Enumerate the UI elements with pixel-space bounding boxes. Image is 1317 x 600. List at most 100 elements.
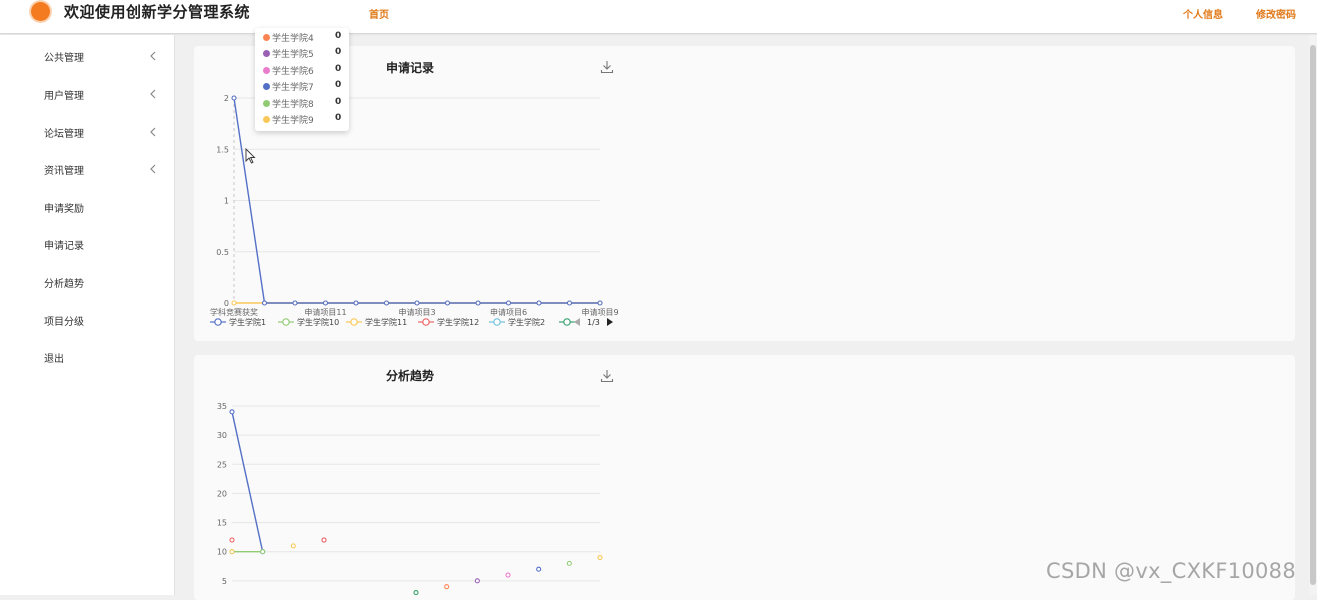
data-point xyxy=(413,589,419,595)
x-tick-label: 申请项目6 xyxy=(490,307,527,317)
legend-marker xyxy=(493,318,501,326)
sidebar-item-logout[interactable]: 退出 xyxy=(0,339,175,377)
sidebar-item-label: 申请奖励 xyxy=(44,204,84,215)
y-tick-label: 30 xyxy=(217,431,227,440)
nav-change-password-link[interactable]: 修改密码 xyxy=(1256,6,1296,21)
data-point xyxy=(566,300,573,306)
tooltip-series-value: 0 xyxy=(335,47,342,57)
legend-marker xyxy=(282,318,290,326)
sidebar: 公共管理 用户管理 论坛管理 资讯管理 申请奖励 申请记录 分析趋势 项目分级 … xyxy=(0,35,175,595)
x-tick-label: 学科竞赛获奖 xyxy=(210,307,258,317)
mouse-cursor-icon xyxy=(245,148,256,164)
top-header: 欢迎使用创新学分管理系统 首页 个人信息 修改密码 xyxy=(0,0,1317,34)
sidebar-item-label: 公共管理 xyxy=(44,53,84,64)
tooltip-series-name: 学生学院9 xyxy=(272,116,314,126)
sidebar-item-label: 分析趋势 xyxy=(44,279,84,290)
data-point xyxy=(566,560,572,566)
sidebar-item-analysis-trend[interactable]: 分析趋势 xyxy=(0,264,175,302)
legend-marker xyxy=(422,318,430,326)
sidebar-item-label: 申请记录 xyxy=(44,241,84,252)
sidebar-item-label: 退出 xyxy=(44,354,64,365)
y-tick-label: 25 xyxy=(217,460,227,469)
tooltip-series-name: 学生学院4 xyxy=(272,34,314,44)
tooltip-row: 学生学院7 0 xyxy=(255,79,349,95)
series-dot-icon xyxy=(263,100,270,107)
y-tick-label: 35 xyxy=(217,402,227,411)
data-point xyxy=(231,300,237,306)
data-point xyxy=(321,537,327,543)
sidebar-item-news-management[interactable]: 资讯管理 xyxy=(0,151,175,189)
watermark: CSDN @vx_CXKF10088 xyxy=(1046,559,1297,583)
series-dot-icon xyxy=(263,34,270,41)
data-point xyxy=(505,572,511,578)
legend-label: 学生学院12 xyxy=(437,317,479,327)
tooltip-series-name: 学生学院8 xyxy=(272,100,314,110)
x-tick-label: 申请项目9 xyxy=(581,307,618,317)
legend-next-page-icon xyxy=(607,318,613,326)
data-point xyxy=(505,300,512,306)
tooltip-row: 学生学院8 0 xyxy=(255,96,349,112)
data-point xyxy=(231,95,237,101)
data-point xyxy=(414,300,420,306)
app-title: 欢迎使用创新学分管理系统 xyxy=(64,3,251,21)
sidebar-item-apply-reward[interactable]: 申请奖励 xyxy=(0,189,175,227)
data-point xyxy=(260,549,266,555)
chevron-left-icon xyxy=(150,127,156,137)
chevron-left-icon xyxy=(150,164,156,174)
app-logo-icon xyxy=(31,2,50,21)
series-line xyxy=(231,411,264,552)
legend-label: 学生学院10 xyxy=(297,317,339,327)
y-tick-label: 1 xyxy=(224,197,229,206)
analysis-trend-chart: 5 10 15 20 25 30 35 xyxy=(217,402,603,595)
legend-marker xyxy=(350,318,358,326)
legend-marker xyxy=(214,318,222,326)
nav-profile-link[interactable]: 个人信息 xyxy=(1183,6,1223,21)
tooltip-row: 学生学院6 0 xyxy=(255,63,349,79)
x-tick-label: 申请项目3 xyxy=(398,307,435,317)
data-point xyxy=(536,300,542,306)
scrollbar-thumb[interactable] xyxy=(1310,45,1316,585)
x-tick-label: 申请项目11 xyxy=(304,307,346,317)
sidebar-item-forum-management[interactable]: 论坛管理 xyxy=(0,114,175,152)
data-point xyxy=(229,549,235,555)
sidebar-item-label: 用户管理 xyxy=(44,91,84,102)
y-tick-label: 2 xyxy=(224,94,229,103)
data-point xyxy=(475,300,481,306)
data-point xyxy=(444,300,451,306)
sidebar-item-public-management[interactable]: 公共管理 xyxy=(0,38,175,76)
data-point xyxy=(229,537,235,543)
data-point xyxy=(292,300,298,306)
tooltip-row: 学生学院4 0 xyxy=(255,30,349,46)
data-point xyxy=(536,566,542,572)
series-dot-icon xyxy=(263,83,270,90)
tooltip-series-name: 学生学院7 xyxy=(272,83,314,93)
series-dot-icon xyxy=(263,67,270,74)
legend-marker xyxy=(563,318,571,326)
data-point xyxy=(383,300,390,306)
data-point xyxy=(597,300,603,306)
sidebar-item-user-management[interactable]: 用户管理 xyxy=(0,76,175,114)
sidebar-item-label: 资讯管理 xyxy=(44,166,84,177)
page-scrollbar[interactable] xyxy=(1309,35,1317,595)
legend-label: 学生学院11 xyxy=(365,317,407,327)
tooltip-series-name: 学生学院6 xyxy=(272,67,314,77)
chevron-left-icon xyxy=(150,89,156,99)
data-point xyxy=(444,584,450,590)
data-point xyxy=(322,300,329,306)
tooltip-series-value: 0 xyxy=(335,80,342,90)
sidebar-item-apply-records[interactable]: 申请记录 xyxy=(0,226,175,264)
y-tick-label: 0.5 xyxy=(216,248,229,257)
legend-page-indicator: 1/3 xyxy=(587,318,600,327)
y-tick-label: 20 xyxy=(217,489,227,498)
sidebar-item-label: 项目分级 xyxy=(44,317,84,328)
data-point xyxy=(261,300,268,306)
series-dot-icon xyxy=(263,116,270,123)
data-point xyxy=(474,578,480,584)
tooltip-series-value: 0 xyxy=(335,64,342,74)
sidebar-item-project-grading[interactable]: 项目分级 xyxy=(0,302,175,340)
nav-home-link[interactable]: 首页 xyxy=(369,6,389,21)
y-tick-label: 15 xyxy=(217,519,227,528)
y-tick-label: 5 xyxy=(222,577,227,586)
tooltip-series-value: 0 xyxy=(335,113,342,123)
legend-prev-page-icon xyxy=(574,318,580,326)
